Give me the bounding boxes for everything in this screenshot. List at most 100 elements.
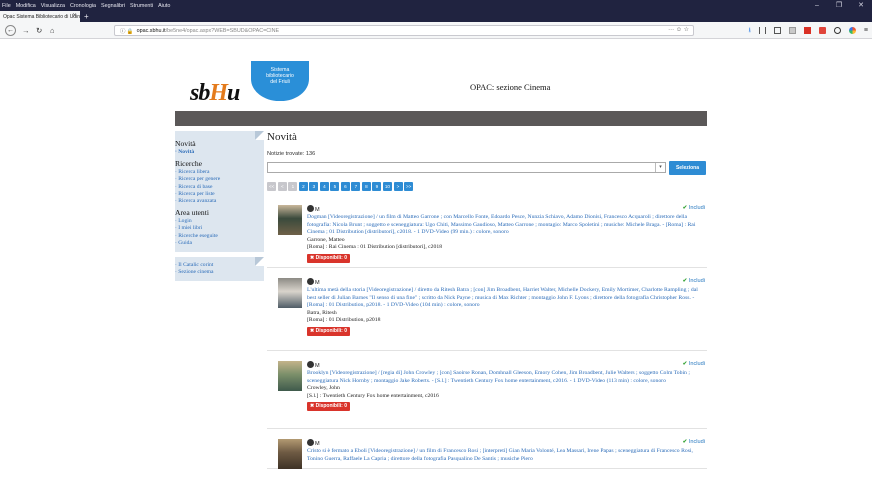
sidebar: Novità · Novità Ricerche · Ricerca libera · …: [175, 131, 264, 286]
site-title: OPAC: sezione Cinema: [470, 82, 551, 92]
selection-dropdown[interactable]: ▾: [267, 162, 666, 173]
sidebar-item-novita[interactable]: · Novità: [175, 149, 260, 156]
material-code: M: [315, 441, 320, 447]
sidebar-item-il-catalic-corint[interactable]: · Il Catalic corint: [175, 262, 260, 269]
record-title-link[interactable]: Brooklyn [Videoregistrazione] / [regia d…: [307, 370, 705, 385]
sidebar-item-i-miei-libri[interactable]: · I miei libri: [175, 225, 260, 232]
maximize-icon[interactable]: ❐: [828, 0, 850, 11]
url-host: opac.sbhu.it: [136, 27, 166, 34]
tab-bar: Opac Sistema Bibliotecario di Udin ✕ +: [0, 11, 872, 22]
page-button[interactable]: 6: [340, 182, 350, 191]
sidebar-item-ricerca-avanzata[interactable]: · Ricerca avanzata: [175, 198, 260, 205]
include-toggle[interactable]: ✔ Includi: [683, 439, 705, 445]
cover-thumbnail[interactable]: [278, 439, 302, 469]
page-button[interactable]: 10: [382, 182, 392, 191]
download-icon[interactable]: ⭳: [748, 27, 750, 34]
back-icon[interactable]: ←: [5, 25, 16, 36]
select-button[interactable]: Seleziona: [669, 161, 706, 175]
record-list: M ✔ Includi Dogman [Videoregistrazione] / …: [267, 195, 707, 469]
film-reel-icon: [307, 278, 314, 285]
cover-thumbnail[interactable]: [278, 361, 302, 391]
record-body: M ✔ Includi Dogman [Videoregistrazione] / …: [307, 205, 705, 263]
material-type: M: [307, 361, 705, 369]
record-body: M ✔ Includi L'ultima metà della storia [Vi…: [307, 278, 705, 336]
tab-opac[interactable]: Opac Sistema Bibliotecario di Udin ✕: [0, 11, 80, 22]
sidebar-item-guida[interactable]: · Guida: [175, 240, 260, 247]
record-title-link[interactable]: L'ultima metà della storia [Videoregistr…: [307, 287, 705, 310]
extension-red-icon[interactable]: [803, 27, 811, 34]
menu-modifica[interactable]: Modifica: [16, 3, 36, 9]
sidebar-item-login[interactable]: · Login: [175, 218, 260, 225]
sidebar-section-novita: Novità: [175, 139, 196, 148]
sbhu-logo[interactable]: sbHu: [190, 80, 240, 107]
availability-text: Disponibili: 0: [315, 327, 347, 334]
page-button[interactable]: 4: [319, 182, 329, 191]
record-publisher: [Roma] : Rai Cinema : 01 Distribution [d…: [307, 244, 443, 251]
page-button[interactable]: 3: [309, 182, 319, 191]
sidebar-item-ricerca-libera[interactable]: · Ricerca libera: [175, 169, 260, 176]
include-toggle[interactable]: ✔ Includi: [683, 278, 705, 284]
record-item: M ✔ Includi Dogman [Videoregistrazione] / …: [267, 195, 707, 268]
page-button[interactable]: 8: [361, 182, 371, 191]
include-toggle[interactable]: ✔ Includi: [683, 205, 705, 211]
film-reel-icon: [307, 439, 314, 446]
sidebar-item-ricerca-per-genere[interactable]: · Ricerca per genere: [175, 176, 260, 183]
sidebar-item-ricerca-per-liste[interactable]: · Ricerca per liste: [175, 191, 260, 198]
sidebar-item-ricerca-di-base[interactable]: · Ricerca di base: [175, 184, 260, 191]
cover-thumbnail[interactable]: [278, 205, 302, 235]
material-code: M: [315, 363, 320, 369]
menu-cronologia[interactable]: Cronologia: [70, 3, 96, 9]
cover-thumbnail[interactable]: [278, 278, 302, 308]
material-code: M: [315, 280, 320, 286]
include-label: Includi: [688, 361, 705, 367]
menu-visualizza[interactable]: Visualizza: [41, 3, 65, 9]
menu-strumenti[interactable]: Strumenti: [130, 3, 153, 9]
include-toggle[interactable]: ✔ Includi: [683, 361, 705, 367]
site-info-icon[interactable]: ⓘ 🔒: [120, 27, 134, 35]
page-button[interactable]: >: [393, 182, 403, 191]
hamburger-menu-icon[interactable]: ≡: [864, 27, 868, 34]
record-body: M ✔ Includi Cristo si è fermato a Eboli [V…: [307, 439, 705, 463]
material-type: M: [307, 205, 705, 213]
tab-close-icon[interactable]: ✕: [72, 12, 77, 19]
account-icon[interactable]: [833, 27, 841, 34]
navigation-toolbar: ← → ↻ ⌂ ⓘ 🔒 opac.sbhu.it/be5ne4/opac.asp…: [0, 22, 872, 39]
menu-segnalibri[interactable]: Segnalibri: [101, 3, 125, 9]
sidebar-item-sezione-cinema[interactable]: · Sezione cinema: [175, 269, 260, 276]
availability-badge[interactable]: ✖ Disponibili: 0: [307, 253, 350, 263]
page-button[interactable]: 9: [372, 182, 382, 191]
menu-file[interactable]: File: [2, 3, 11, 9]
header-divider-bar: [175, 111, 707, 126]
new-tab-icon[interactable]: +: [84, 11, 89, 22]
library-icon[interactable]: [758, 27, 766, 34]
close-window-icon[interactable]: ✕: [850, 0, 872, 11]
page-button[interactable]: 2: [298, 182, 308, 191]
reload-icon[interactable]: ↻: [36, 25, 42, 36]
page-button[interactable]: >>: [404, 182, 414, 191]
record-item: M ✔ Includi Cristo si è fermato a Eboli [V…: [267, 429, 707, 469]
page-button: <<: [267, 182, 277, 191]
page-button: 1: [288, 182, 298, 191]
chevron-down-icon[interactable]: ▾: [655, 163, 665, 172]
home-icon[interactable]: ⌂: [50, 25, 55, 36]
minimize-icon[interactable]: –: [806, 0, 828, 11]
pagination: << <1 2 3 4 5 6 7 8 9 10 > >>: [267, 182, 707, 191]
material-type: M: [307, 278, 705, 286]
sidebar-item-ricerche-eseguite[interactable]: · Ricerche eseguite: [175, 233, 260, 240]
sidebar-icon[interactable]: [773, 27, 781, 34]
forward-icon[interactable]: →: [22, 25, 30, 36]
record-title-link[interactable]: Dogman [Videoregistrazione] / un film di…: [307, 214, 705, 237]
availability-text: Disponibili: 0: [315, 403, 347, 410]
record-title-link[interactable]: Cristo si è fermato a Eboli [Videoregist…: [307, 448, 705, 463]
availability-badge[interactable]: ✖ Disponibili: 0: [307, 402, 350, 412]
page-actions-icon[interactable]: ··· ☺ ☆: [668, 26, 689, 35]
extension-pocket-icon[interactable]: [818, 27, 826, 34]
url-bar[interactable]: ⓘ 🔒 opac.sbhu.it/be5ne4/opac.aspx?WEB=SB…: [114, 25, 694, 36]
page-button[interactable]: 5: [330, 182, 340, 191]
page-button[interactable]: 7: [351, 182, 361, 191]
extension-color-icon[interactable]: [848, 27, 856, 34]
record-author: Crowley, John: [307, 385, 340, 392]
availability-badge[interactable]: ✖ Disponibili: 0: [307, 326, 350, 336]
menu-aiuto[interactable]: Aiuto: [158, 3, 170, 9]
screenshot-icon[interactable]: [788, 27, 796, 34]
